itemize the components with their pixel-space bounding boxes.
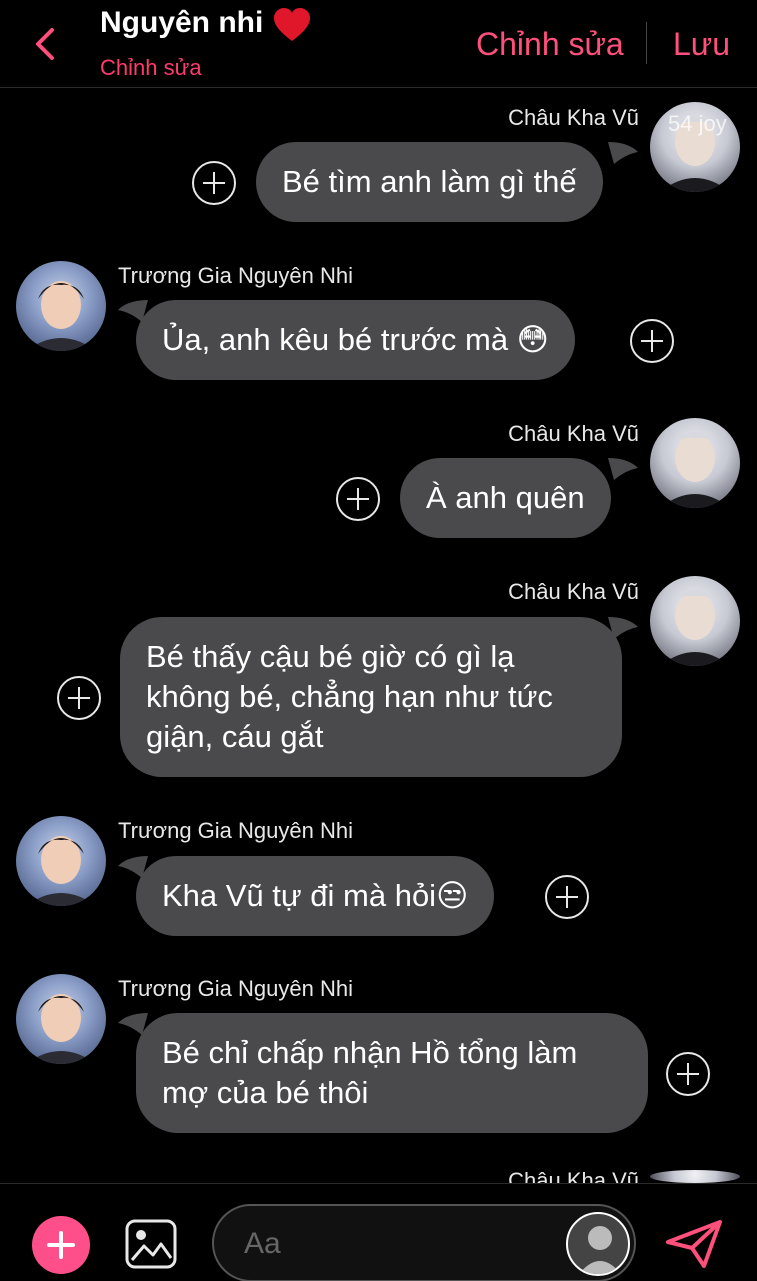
message-input[interactable] (244, 1224, 544, 1264)
message-bubble[interactable]: Bé tìm anh làm gì thế (256, 142, 603, 222)
send-icon[interactable] (664, 1218, 724, 1270)
chevron-left-icon[interactable] (28, 24, 62, 64)
sender-name: Châu Kha Vũ (508, 1168, 639, 1183)
plus-icon[interactable] (32, 1216, 90, 1274)
message-bubble[interactable]: À anh quên (400, 458, 611, 538)
sender-name: Trương Gia Nguyên Nhi (118, 818, 353, 843)
badge: 54 joy (668, 111, 727, 136)
avatar[interactable] (650, 418, 740, 508)
bubble-tail (118, 856, 148, 878)
message-bubble[interactable]: Bé thấy cậu bé giờ có gì lạ không bé, ch… (120, 617, 622, 777)
composer-bar (0, 1183, 757, 1281)
message-bubble[interactable]: Kha Vũ tự đi mà hỏi😒 (136, 856, 495, 936)
message-bubble[interactable]: Bé chỉ chấp nhận Hồ tổng làm mợ của bé t… (136, 1013, 648, 1133)
sender-name: Trương Gia Nguyên Nhi (118, 263, 353, 288)
heart-icon (274, 8, 310, 41)
avatar[interactable] (16, 261, 106, 351)
add-reaction-button[interactable] (192, 161, 236, 205)
avatar[interactable] (650, 1170, 740, 1183)
add-reaction-button[interactable] (545, 875, 589, 919)
avatar[interactable] (566, 1212, 630, 1276)
image-icon[interactable] (124, 1218, 178, 1270)
chat-subtitle[interactable]: Chỉnh sửa (100, 55, 202, 81)
bubble-tail (608, 617, 638, 639)
chat-header: Nguyên nhi Chỉnh sửa Chỉnh sửa Lưu (0, 0, 757, 88)
add-reaction-button[interactable] (336, 477, 380, 521)
message-input-container[interactable] (212, 1204, 636, 1281)
add-reaction-button[interactable] (630, 319, 674, 363)
avatar[interactable] (16, 974, 106, 1064)
bubble-tail (118, 1013, 148, 1035)
edit-button[interactable]: Chỉnh sửa (476, 26, 624, 63)
sender-name: Châu Kha Vũ (508, 579, 639, 604)
sender-name: Châu Kha Vũ (508, 421, 639, 446)
chat-title: Nguyên nhi (100, 6, 264, 39)
add-reaction-button[interactable] (666, 1052, 710, 1096)
divider (646, 22, 647, 64)
avatar[interactable] (16, 816, 106, 906)
sender-name: Châu Kha Vũ (508, 105, 639, 130)
sender-name: Trương Gia Nguyên Nhi (118, 976, 353, 1001)
avatar[interactable] (650, 576, 740, 666)
message-bubble[interactable]: Ủa, anh kêu bé trước mà 😳 (136, 300, 576, 380)
bubble-tail (608, 142, 638, 164)
add-reaction-button[interactable] (57, 676, 101, 720)
save-button[interactable]: Lưu (673, 26, 730, 63)
bubble-tail (118, 300, 148, 322)
bubble-tail (608, 458, 638, 480)
